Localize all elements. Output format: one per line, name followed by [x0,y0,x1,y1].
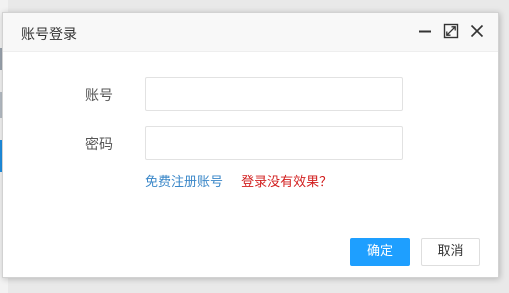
minimize-icon[interactable] [417,23,433,39]
dialog-title: 账号登录 [21,27,77,43]
close-icon[interactable] [469,23,485,39]
cancel-button[interactable]: 取消 [421,238,480,266]
account-row: 账号 [3,77,498,111]
register-link[interactable]: 免费注册账号 [145,175,223,190]
password-row: 密码 [3,126,498,160]
form-links: 免费注册账号 登录没有效果？ [145,171,332,190]
account-label: 账号 [85,88,113,104]
password-label: 密码 [85,137,113,153]
maximize-icon[interactable] [443,23,459,39]
password-input[interactable] [145,126,403,160]
login-help-link[interactable]: 登录没有效果？ [241,175,332,190]
ok-button[interactable]: 确定 [350,238,410,266]
dialog-titlebar[interactable]: 账号登录 [3,13,498,52]
login-dialog: 账号登录 账号 密码 免费注册账号 登录没有效果？ 确定 取消 [2,12,499,278]
account-input[interactable] [145,77,403,111]
